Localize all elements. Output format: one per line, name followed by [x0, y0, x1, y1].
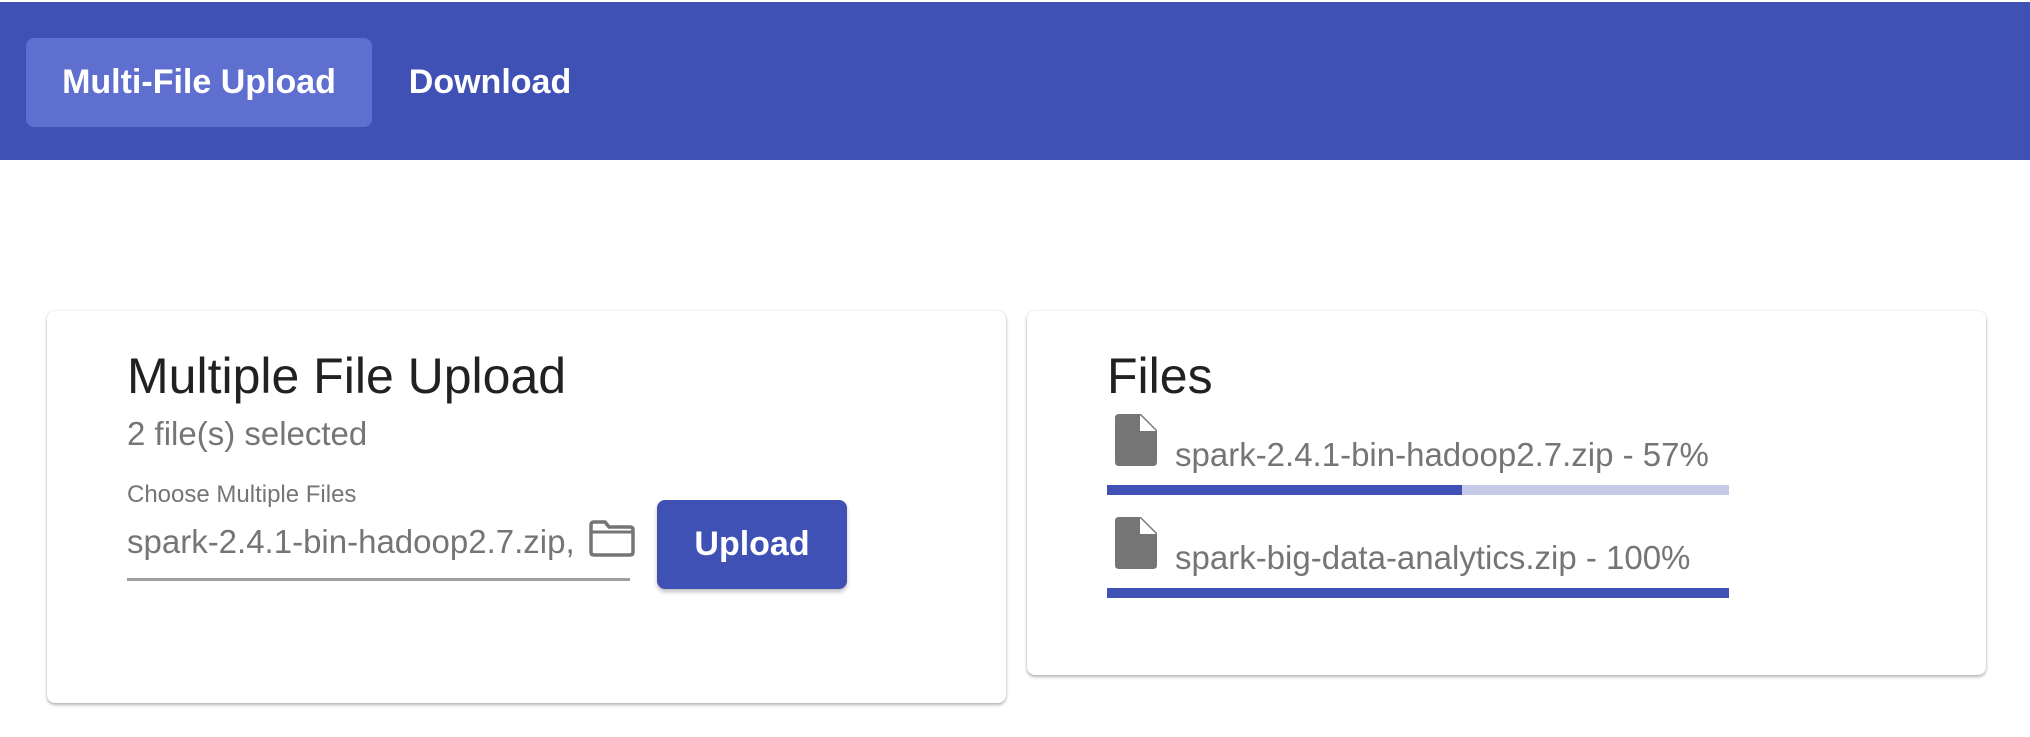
file-name-progress-text: spark-2.4.1-bin-hadoop2.7.zip - 57% — [1175, 436, 1709, 473]
file-icon — [1115, 517, 1157, 569]
upload-card: Multiple File Upload 2 file(s) selected … — [47, 311, 1006, 703]
progress-bar — [1107, 588, 1729, 598]
file-icon — [1115, 414, 1157, 466]
file-input-field[interactable]: spark-2.4.1-bin-hadoop2.7.zip, spark-big… — [127, 505, 635, 581]
folder-icon[interactable] — [589, 519, 635, 557]
nav-multi-file-upload-button[interactable]: Multi-File Upload — [26, 38, 372, 127]
nav-download-button[interactable]: Download — [390, 38, 590, 127]
progress-bar-fill — [1107, 485, 1462, 495]
file-list-item: spark-big-data-analytics.zip - 100% — [1107, 517, 1729, 617]
top-toolbar: Multi-File Upload Download — [0, 0, 2030, 160]
upload-card-title: Multiple File Upload — [127, 348, 567, 404]
upload-button[interactable]: Upload — [657, 500, 847, 589]
file-input-value: spark-2.4.1-bin-hadoop2.7.zip, spark-big… — [127, 523, 577, 560]
files-card: Files spark-2.4.1-bin-hadoop2.7.zip - 57… — [1027, 311, 1986, 675]
file-name-progress-text: spark-big-data-analytics.zip - 100% — [1175, 539, 1691, 576]
progress-bar — [1107, 485, 1729, 495]
selected-count-text: 2 file(s) selected — [127, 415, 368, 452]
progress-bar-fill — [1107, 588, 1729, 598]
file-list-item: spark-2.4.1-bin-hadoop2.7.zip - 57% — [1107, 414, 1729, 514]
files-card-title: Files — [1107, 348, 1213, 404]
